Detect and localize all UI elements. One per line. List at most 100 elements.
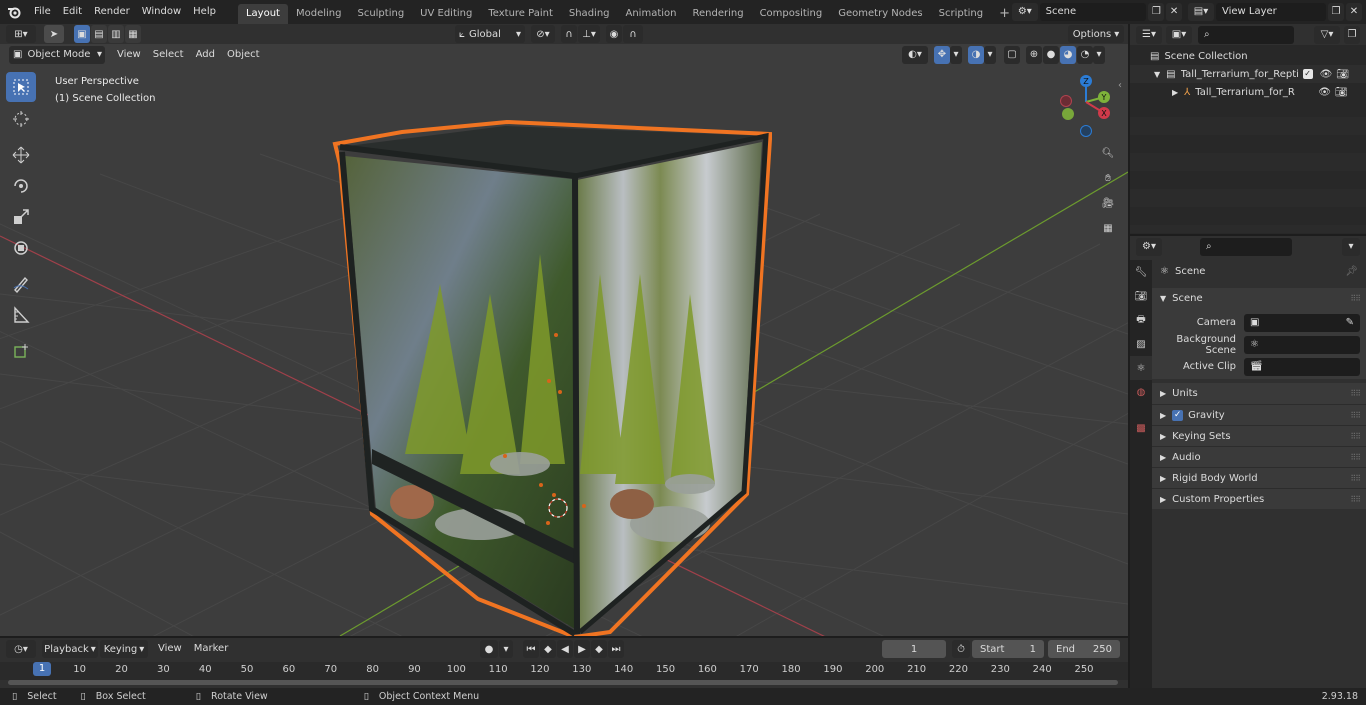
subtract-selection-icon[interactable]: ▥: [108, 25, 124, 43]
add-cube-tool[interactable]: [6, 336, 36, 366]
viewport-menu-add[interactable]: Add: [190, 45, 221, 65]
outliner-search-input[interactable]: ⌕: [1198, 25, 1294, 44]
snap-target-dropdown[interactable]: ⊥▾: [578, 25, 600, 43]
display-mode-dropdown[interactable]: ▣▾: [1166, 25, 1192, 44]
shading-material[interactable]: ◕: [1060, 45, 1076, 64]
timeline-menu-view[interactable]: View: [152, 639, 188, 659]
play-button[interactable]: ▶: [574, 640, 590, 658]
preview-range-toggle[interactable]: ⏱︎: [952, 640, 970, 658]
view-layer-field[interactable]: View Layer: [1216, 2, 1326, 21]
drag-handle-icon[interactable]: ⠿⠿: [1350, 294, 1361, 303]
view-layer-icon[interactable]: ▤▾: [1188, 2, 1214, 21]
tab-layout[interactable]: Layout: [237, 4, 288, 24]
panel-units[interactable]: ▶ Units ⠿⠿: [1152, 383, 1366, 404]
record-toggle[interactable]: ●: [480, 640, 498, 658]
start-frame-field[interactable]: Start 1: [972, 640, 1044, 658]
jump-start-button[interactable]: ⏮︎: [523, 640, 539, 658]
camera-render-icon[interactable]: 📷︎: [1336, 69, 1349, 80]
falloff-dropdown[interactable]: ∩: [623, 25, 643, 43]
snap-toggle[interactable]: ∩: [561, 25, 577, 43]
scene-selector[interactable]: ⚙▾ Scene ❐ ✕: [1012, 2, 1182, 21]
play-reverse-button[interactable]: ◀: [557, 640, 573, 658]
panel-custom-properties[interactable]: ▶ Custom Properties ⠿⠿: [1152, 488, 1366, 509]
overlay-toggle[interactable]: ◑: [968, 45, 984, 64]
options-dropdown[interactable]: Options ▾: [1068, 25, 1124, 43]
panel-rigid-body-world[interactable]: ▶ Rigid Body World ⠿⠿: [1152, 467, 1366, 488]
properties-options[interactable]: ▾: [1342, 237, 1360, 256]
intersect-selection-icon[interactable]: ▦: [125, 25, 141, 43]
exclude-checkbox-icon[interactable]: ✓: [1302, 69, 1313, 79]
scene-name-field[interactable]: Scene: [1039, 2, 1147, 21]
drag-handle-icon[interactable]: ⠿⠿: [1350, 411, 1361, 420]
terrarium-model[interactable]: [0, 44, 1128, 636]
cursor-tool[interactable]: [6, 104, 36, 134]
tab-animation[interactable]: Animation: [618, 4, 685, 24]
expand-arrow-icon[interactable]: ▼: [1154, 70, 1160, 79]
shading-rendered[interactable]: ◔: [1077, 45, 1093, 64]
viewport-menu-view[interactable]: View: [111, 45, 147, 65]
outliner-root-row[interactable]: ▤ Scene Collection: [1130, 47, 1366, 65]
measure-tool[interactable]: [6, 300, 36, 330]
prev-keyframe-button[interactable]: ◆: [540, 640, 556, 658]
end-frame-field[interactable]: End 250: [1048, 640, 1120, 658]
gizmo-dropdown[interactable]: ▾: [950, 45, 962, 64]
timeline-editor-type[interactable]: ◷▾: [6, 640, 36, 658]
next-keyframe-button[interactable]: ◆: [591, 640, 607, 658]
sidebar-toggle-icon[interactable]: ‹: [1118, 80, 1122, 91]
expand-arrow-icon[interactable]: ▶: [1172, 88, 1178, 97]
pivot-point-dropdown[interactable]: ⊘▾: [531, 25, 555, 43]
rotate-tool[interactable]: [6, 171, 36, 201]
frame-ruler[interactable]: 1 10 20 30 40 50 60 70 80 90 100 110 120 130 140 150 160…: [0, 662, 1128, 680]
eyedropper-icon[interactable]: ✎: [1346, 317, 1354, 328]
timeline-scrollbar[interactable]: [8, 680, 1118, 685]
hand-pan-icon[interactable]: ✋︎: [1097, 167, 1119, 189]
output-tab-icon[interactable]: 🖶︎: [1130, 308, 1152, 332]
new-view-layer-icon[interactable]: ❐: [1328, 2, 1344, 21]
transform-orientation-dropdown[interactable]: ⟀ Global ▾: [455, 25, 525, 43]
view-layer-tab-icon[interactable]: ▨: [1130, 332, 1152, 356]
visibility-dropdown[interactable]: ◐▾: [902, 45, 928, 64]
outliner-item[interactable]: ▼ ▤ Tall_Terrarium_for_Reptiles_w ✓ 👁︎ 📷…: [1130, 65, 1366, 83]
menu-file[interactable]: File: [28, 2, 57, 22]
scene-type-icon[interactable]: ⚙▾: [1012, 2, 1038, 21]
tab-scripting[interactable]: Scripting: [931, 4, 991, 24]
viewport-3d[interactable]: User Perspective (1) Scene Collection Z …: [0, 44, 1128, 636]
eye-icon[interactable]: 👁︎: [1320, 69, 1333, 80]
jump-end-button[interactable]: ⏭︎: [608, 640, 624, 658]
object-mode-dropdown[interactable]: ▣ Object Mode ▾: [9, 45, 105, 64]
world-tab-icon[interactable]: ◍: [1130, 380, 1152, 404]
camera-view-icon[interactable]: 🎥︎: [1097, 192, 1119, 214]
tool-tab-icon[interactable]: 🔧︎: [1130, 260, 1152, 284]
drag-handle-icon[interactable]: ⠿⠿: [1350, 432, 1361, 441]
move-tool[interactable]: [6, 140, 36, 170]
view-layer-selector[interactable]: ▤▾ View Layer ❐ ✕: [1188, 2, 1364, 21]
panel-scene-header[interactable]: ▼ Scene ⠿⠿: [1152, 288, 1366, 309]
viewport-menu-select[interactable]: Select: [147, 45, 190, 65]
panel-gravity[interactable]: ▶ ✓ Gravity ⠿⠿: [1152, 404, 1366, 425]
menu-window[interactable]: Window: [136, 2, 187, 22]
scale-tool[interactable]: [6, 202, 36, 232]
scene-tab-icon[interactable]: ⚛︎: [1130, 356, 1152, 380]
delete-view-layer-icon[interactable]: ✕: [1346, 2, 1362, 21]
select-box-tool[interactable]: [6, 72, 36, 102]
current-frame-field[interactable]: 1: [882, 640, 946, 658]
camera-render-icon[interactable]: 📷︎: [1335, 87, 1348, 98]
keyframe-type-dropdown[interactable]: ▾: [499, 640, 513, 658]
playback-dropdown[interactable]: Playback ▾: [42, 640, 98, 658]
outliner-editor-type[interactable]: ☰▾: [1136, 25, 1162, 44]
drag-handle-icon[interactable]: ⠿⠿: [1350, 389, 1361, 398]
panel-keying-sets[interactable]: ▶ Keying Sets ⠿⠿: [1152, 425, 1366, 446]
tab-texture-paint[interactable]: Texture Paint: [480, 4, 561, 24]
tab-shading[interactable]: Shading: [561, 4, 618, 24]
gizmo-toggle[interactable]: ✥: [934, 45, 950, 64]
tab-sculpting[interactable]: Sculpting: [349, 4, 412, 24]
editor-type-button[interactable]: ⊞▾: [6, 25, 36, 43]
select-mode-button[interactable]: ➤: [44, 25, 64, 43]
menu-render[interactable]: Render: [88, 2, 136, 22]
new-collection-button[interactable]: ❐: [1344, 25, 1360, 44]
properties-editor-type[interactable]: ⚙▾: [1136, 237, 1162, 256]
shading-solid[interactable]: ●: [1043, 45, 1059, 64]
proportional-edit-toggle[interactable]: ◉: [606, 25, 622, 43]
gravity-checkbox[interactable]: ✓: [1172, 409, 1184, 421]
tab-modeling[interactable]: Modeling: [288, 4, 350, 24]
